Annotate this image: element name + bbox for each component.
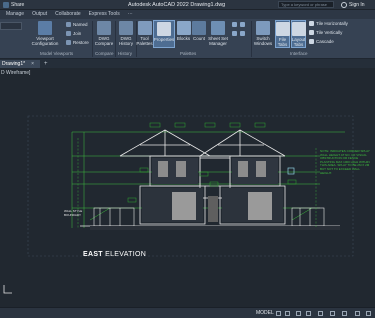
tab-output[interactable]: Output <box>28 10 51 19</box>
cascade-button[interactable]: Cascade <box>309 39 334 44</box>
palette-small-icon <box>232 31 237 36</box>
viewport-configuration-button[interactable]: Viewport Configuration <box>30 21 60 46</box>
group-label-interface: Interface <box>290 51 308 56</box>
group-label-history: History <box>118 51 133 56</box>
ribbon-panel: Viewport Configuration Named Join Restor… <box>0 19 375 59</box>
properties-button[interactable]: Properties <box>153 20 175 48</box>
search-input[interactable]: Type a keyword or phrase <box>278 1 334 8</box>
palette-small-button-3[interactable] <box>232 31 237 36</box>
palette-small-icon <box>240 22 245 27</box>
count-icon <box>192 21 206 35</box>
close-icon[interactable]: × <box>31 60 34 68</box>
switch-windows-icon <box>256 21 270 35</box>
sign-in-button[interactable]: Sign In <box>341 1 365 9</box>
file-tabs-button[interactable]: File Tabs <box>275 20 290 48</box>
ortho-icon[interactable] <box>296 311 301 316</box>
elevation-title: EAST ELEVATION <box>83 251 146 258</box>
polar-icon[interactable] <box>306 311 311 316</box>
document-tabs: Drawing1* × + <box>0 59 375 68</box>
viewport-config-icon <box>38 21 52 35</box>
dwg-history-icon <box>119 21 133 35</box>
drawing-viewport[interactable]: D Wireframe] NOTE: INDICATES CORNER SPLA… <box>0 68 375 307</box>
tile-horizontally-button[interactable]: Tile Horizontally <box>309 21 348 26</box>
workspace-icon[interactable] <box>342 311 347 316</box>
tab-express-tools[interactable]: Express Tools <box>85 10 124 19</box>
share-label: Share <box>11 2 25 8</box>
group-label-compare: Compare <box>95 51 114 56</box>
sheet-set-manager-button[interactable]: Sheet Set Manager <box>207 21 229 46</box>
user-icon <box>341 2 347 8</box>
restore-icon <box>66 40 71 45</box>
group-label-palettes: Palettes <box>180 51 197 56</box>
palette-small-button-2[interactable] <box>240 22 245 27</box>
named-viewports-button[interactable]: Named <box>66 22 88 27</box>
restore-button[interactable]: Restore <box>66 40 89 45</box>
cascade-icon <box>309 39 314 44</box>
layout-tabs-icon <box>291 22 306 36</box>
ribbon-tabs: Manage Output Collaborate Express Tools … <box>0 10 375 19</box>
dwg-history-button[interactable]: DWG History <box>117 21 135 46</box>
tab-collaborate[interactable]: Collaborate <box>51 10 85 19</box>
group-label-model-viewports: Model Viewports <box>40 51 74 56</box>
doc-tab-label: Drawing1* <box>2 61 26 67</box>
grid-icon[interactable] <box>276 311 281 316</box>
tile-horizontally-icon <box>309 21 314 26</box>
ribbon-separator <box>92 21 93 57</box>
switch-windows-button[interactable]: Switch Windows <box>253 21 273 46</box>
join-button[interactable]: Join <box>66 31 81 36</box>
blocks-icon <box>176 21 191 35</box>
customize-icon[interactable] <box>355 311 360 316</box>
layout-tabs-button[interactable]: Layout Tabs <box>291 20 306 48</box>
dwg-compare-icon <box>97 21 111 35</box>
app-title: Autodesk AutoCAD 2022 Drawing1.dwg <box>128 2 226 8</box>
new-tab-button[interactable]: + <box>40 60 52 68</box>
ucs-icon <box>3 285 12 294</box>
annotation-icon[interactable] <box>330 311 335 316</box>
count-button[interactable]: Count <box>192 21 206 41</box>
dwg-compare-button[interactable]: DWG Compare <box>95 21 113 46</box>
status-bar: MODEL <box>0 307 375 318</box>
model-space-button[interactable]: MODEL <box>256 310 274 316</box>
tab-manage[interactable]: Manage <box>2 10 28 19</box>
annotation-note-right: NOTE: INDICATES CORNER SPLAY WALL HEIGHT… <box>320 150 370 175</box>
ribbon-separator <box>115 21 116 57</box>
share-button[interactable]: Share <box>3 1 24 9</box>
doc-tab-drawing1[interactable]: Drawing1* × <box>0 60 40 68</box>
snap-icon[interactable] <box>285 311 290 316</box>
file-tabs-icon <box>275 22 290 36</box>
join-icon <box>66 31 71 36</box>
palette-small-icon <box>232 22 237 27</box>
elevation-title-bold: EAST <box>83 251 103 258</box>
tab-more[interactable]: ··· <box>124 10 137 19</box>
properties-icon <box>157 22 171 36</box>
tile-vertically-icon <box>309 30 314 35</box>
named-icon <box>66 22 71 27</box>
sheet-set-icon <box>211 21 225 35</box>
title-bar: Share Autodesk AutoCAD 2022 Drawing1.dwg… <box>0 0 375 10</box>
tile-vertically-button[interactable]: Tile Vertically <box>309 30 342 35</box>
tool-palettes-icon <box>137 21 152 35</box>
tool-palettes-button[interactable]: Tool Palettes <box>136 21 153 46</box>
palette-small-button-4[interactable] <box>240 31 245 36</box>
view-dropdown[interactable] <box>0 22 22 30</box>
palette-small-icon <box>240 31 245 36</box>
osnap-icon[interactable] <box>318 311 323 316</box>
menu-icon[interactable] <box>366 311 371 316</box>
elevation-title-rest: ELEVATION <box>102 251 147 258</box>
blocks-button[interactable]: Blocks <box>176 21 191 41</box>
palette-small-button-1[interactable] <box>232 22 237 27</box>
ribbon-separator <box>251 21 252 57</box>
elevation-drawing <box>27 115 354 257</box>
annotation-note-left: WALL STYLE BOUNDARY <box>64 209 83 217</box>
share-icon <box>3 2 9 8</box>
sign-in-label: Sign In <box>349 2 365 8</box>
